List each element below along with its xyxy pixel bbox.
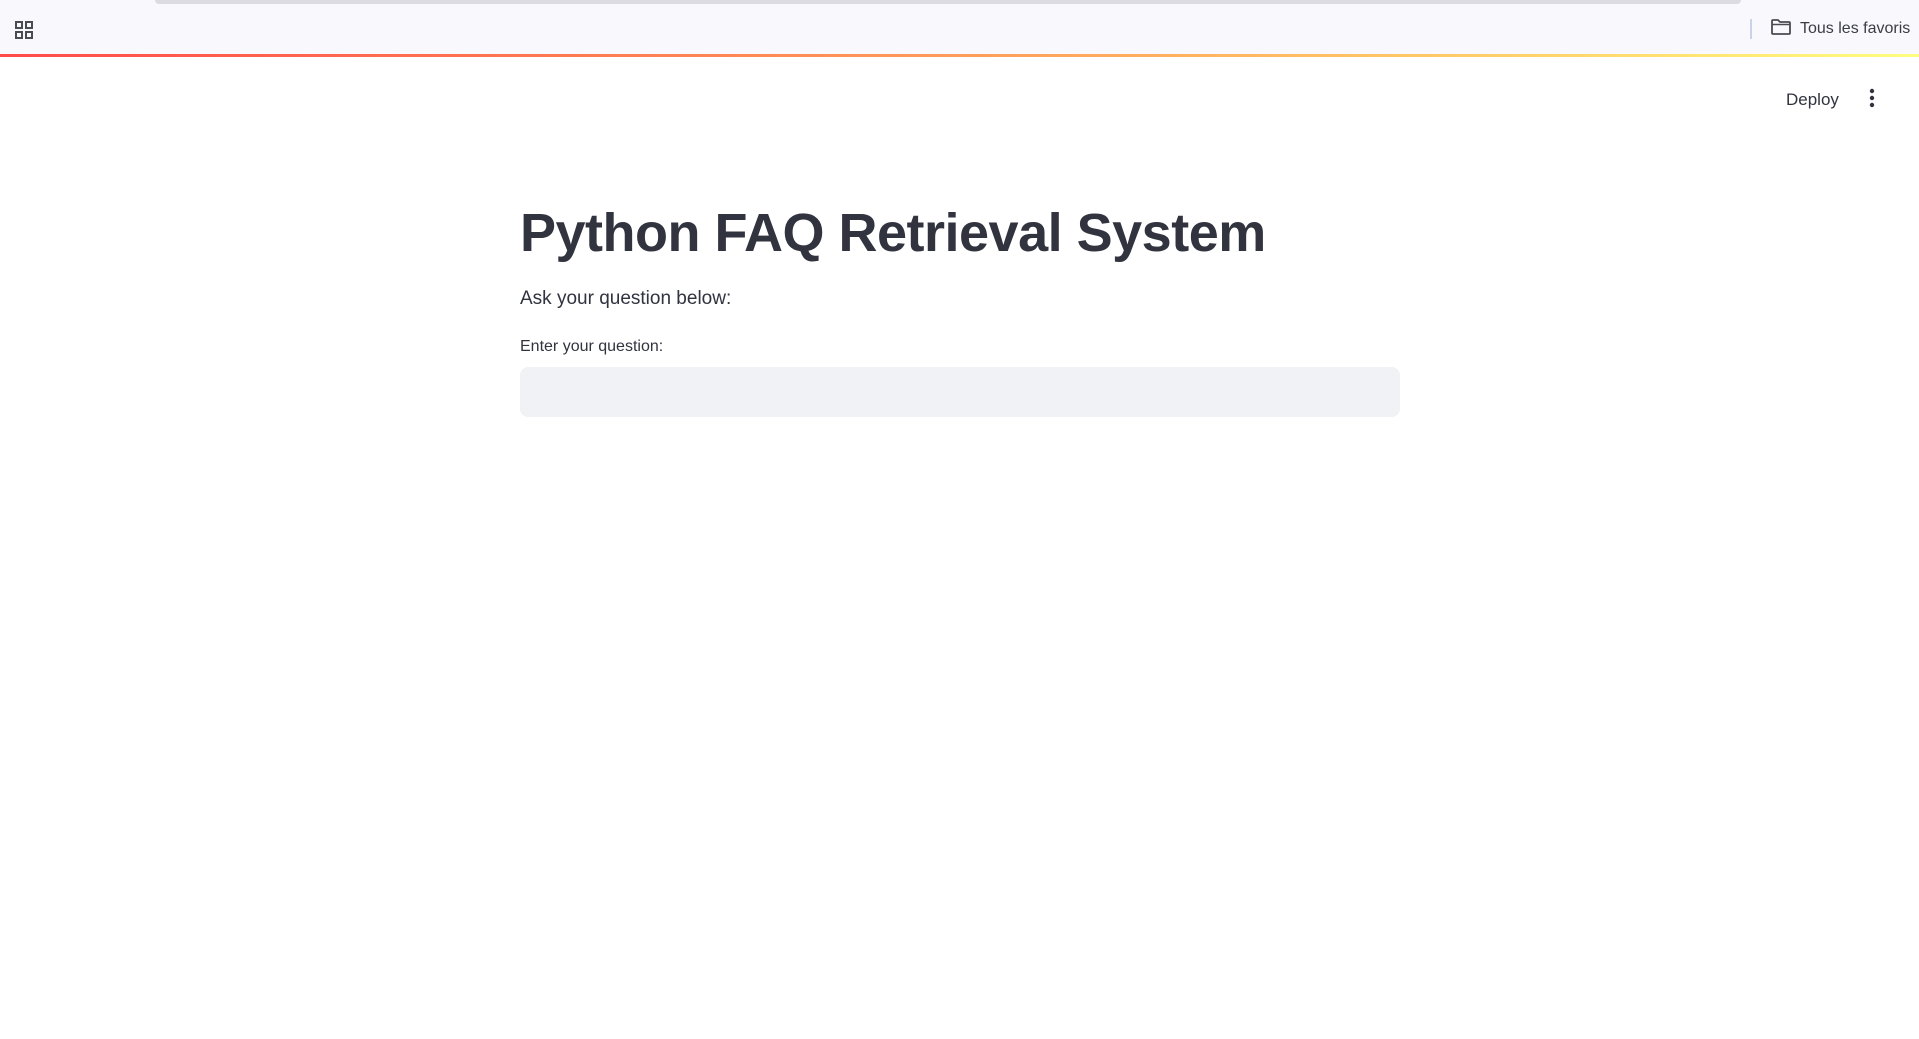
- vertical-dots-icon: [1869, 88, 1875, 113]
- apps-grid-icon[interactable]: [14, 20, 34, 40]
- question-label: Enter your question:: [520, 338, 664, 355]
- main-content: Python FAQ Retrieval System Ask your que…: [520, 198, 1400, 417]
- question-input[interactable]: [520, 367, 1400, 417]
- folder-icon: [1770, 18, 1792, 41]
- all-bookmarks-button[interactable]: Tous les favoris: [1770, 17, 1910, 41]
- all-bookmarks-label: Tous les favoris: [1800, 20, 1911, 37]
- bookmarks-separator: [1750, 19, 1752, 39]
- main-menu-button[interactable]: [1860, 86, 1884, 114]
- app-header-decoration: [0, 54, 1919, 57]
- deploy-button[interactable]: Deploy: [1772, 86, 1853, 114]
- address-bar-edge: [155, 0, 1741, 4]
- browser-bookmarks-bar: Tous les favoris: [0, 0, 1919, 55]
- page-title: Python FAQ Retrieval System: [520, 203, 1266, 263]
- page-subtitle: Ask your question below:: [520, 288, 732, 309]
